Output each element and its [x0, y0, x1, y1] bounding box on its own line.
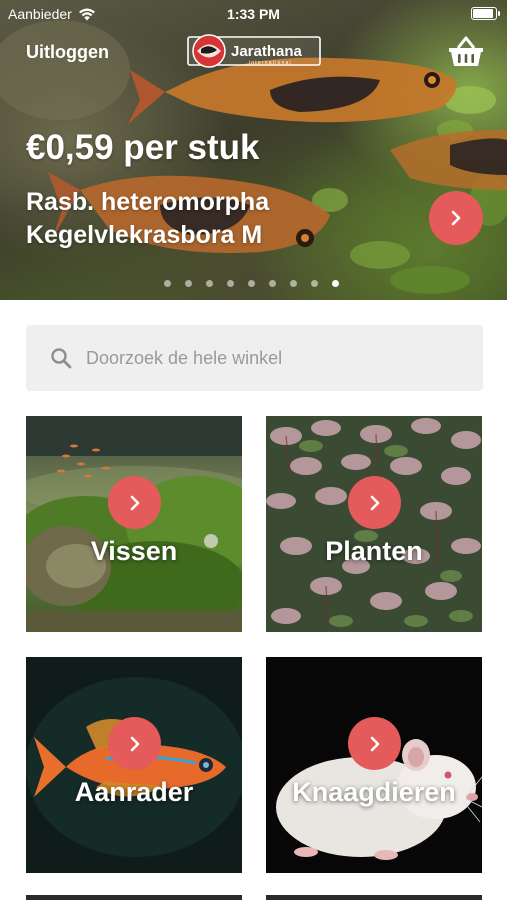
category-tile-next-partial[interactable]	[26, 895, 242, 900]
brand-logo[interactable]: Jarathana international	[187, 34, 321, 68]
status-time: 1:33 PM	[227, 6, 280, 22]
category-tile-aanrader[interactable]: Aanrader	[26, 657, 242, 873]
search-bar[interactable]	[26, 325, 483, 391]
logo-text: Jarathana	[231, 43, 303, 60]
tile-label: Vissen	[90, 536, 178, 566]
chevron-right-icon	[370, 736, 379, 751]
carousel-dot[interactable]	[185, 280, 192, 287]
hero-banner[interactable]: Aanbieder 1:33 PM Uitloggen Jarathana in…	[0, 0, 507, 300]
tile-label: Planten	[325, 536, 423, 566]
search-icon	[51, 348, 72, 369]
promo-text: €0,59 per stuk Rasb. heteromorpha Kegelv…	[26, 128, 269, 252]
carousel-dot[interactable]	[290, 280, 297, 287]
promo-product-line-1: Rasb. heteromorpha	[26, 188, 270, 216]
category-tile-knaagdieren[interactable]: Knaagdieren	[266, 657, 482, 873]
promo-product-line-2: Kegelvlekrasbora M	[26, 221, 263, 249]
chevron-right-icon	[130, 495, 139, 510]
category-tile-planten[interactable]: Planten	[266, 416, 482, 632]
carousel-dot[interactable]	[311, 280, 318, 287]
tile-label: Knaagdieren	[292, 777, 456, 807]
carousel-dot[interactable]	[248, 280, 255, 287]
search-input[interactable]	[84, 346, 448, 370]
tile-open-button[interactable]	[108, 717, 161, 770]
carousel-dot[interactable]	[164, 280, 171, 287]
basket-icon[interactable]	[447, 36, 485, 68]
top-navigation: Uitloggen Jarathana international	[0, 32, 507, 76]
logout-button[interactable]: Uitloggen	[26, 42, 109, 63]
tile-label: Aanrader	[74, 777, 194, 807]
carousel-dot[interactable]	[332, 280, 339, 287]
carousel-dot[interactable]	[227, 280, 234, 287]
carousel-dot[interactable]	[206, 280, 213, 287]
promo-price: €0,59 per stuk	[26, 128, 260, 167]
tile-open-button[interactable]	[108, 476, 161, 529]
promo-product-name: Rasb. heteromorpha Kegelvlekrasbora M	[26, 186, 269, 252]
logo-subtext: international	[249, 60, 292, 66]
promo-open-button[interactable]	[429, 191, 483, 245]
tile-open-button[interactable]	[348, 717, 401, 770]
chevron-right-icon	[451, 210, 461, 226]
battery-icon	[471, 7, 500, 20]
tile-open-button[interactable]	[348, 476, 401, 529]
status-bar: Aanbieder 1:33 PM	[0, 0, 507, 28]
carousel-dot[interactable]	[269, 280, 276, 287]
carousel-page-indicator[interactable]	[0, 280, 507, 288]
category-tile-next-partial[interactable]	[266, 895, 482, 900]
chevron-right-icon	[370, 495, 379, 510]
chevron-right-icon	[130, 736, 139, 751]
category-tile-vissen[interactable]: Vissen	[26, 416, 242, 632]
